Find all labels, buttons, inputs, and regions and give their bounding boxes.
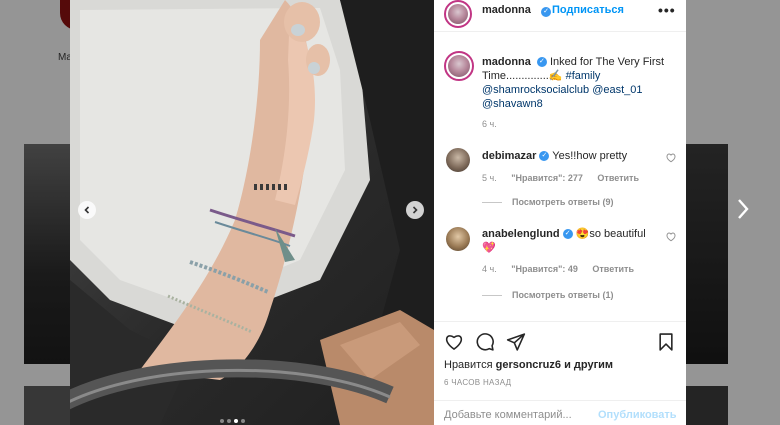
comment-username[interactable]: anabelenglund (482, 228, 560, 240)
post-header: madonna ✓ Подписаться ••• (434, 0, 686, 32)
comment-time: 4 ч. (482, 264, 497, 274)
caption-username[interactable]: madonna (482, 56, 531, 68)
verified-badge-icon: ✓ (541, 6, 551, 17)
comments-list[interactable]: madonna ✓ Inked for The Very First Time..… (434, 33, 686, 321)
view-replies-label: Посмотреть ответы (1) (512, 290, 614, 300)
reply-button[interactable]: Ответить (597, 173, 639, 183)
view-replies-button[interactable]: Посмотреть ответы (1) (482, 290, 613, 300)
verified-badge-icon: ✓ (562, 229, 573, 240)
post-actions: Нравится gersoncruz6 и другим 6 ЧАСОВ НА… (434, 321, 686, 425)
reply-button[interactable]: Ответить (592, 264, 634, 274)
previous-photo-button[interactable] (78, 201, 96, 219)
tattoo-wrist-photo (70, 0, 434, 425)
verified-badge-icon: ✓ (539, 151, 550, 162)
comment-button[interactable] (475, 332, 495, 352)
carousel-dots (220, 419, 245, 423)
publish-button[interactable]: Опубликовать (598, 409, 677, 421)
likes-others[interactable]: и другим (564, 359, 613, 371)
comment-body: anabelenglund ✓ 😍so beautiful 💖 (482, 227, 662, 255)
commenter-avatar[interactable] (446, 227, 470, 251)
comment-bubble-icon (476, 333, 494, 351)
view-replies-label: Посмотреть ответы (9) (512, 197, 614, 207)
paper-plane-icon (506, 333, 526, 351)
author-avatar[interactable] (444, 0, 472, 28)
like-button[interactable] (444, 332, 464, 352)
chevron-right-icon (412, 206, 418, 214)
comment-meta: 4 ч. "Нравится": 49 Ответить (482, 264, 646, 274)
comment-text: Yes!!how pretty (552, 150, 628, 162)
hashtag-link[interactable]: #family (566, 70, 601, 82)
mentions-link[interactable]: @shamrocksocialclub @east_01 (482, 84, 643, 96)
save-button[interactable] (656, 332, 676, 352)
post-photo (70, 0, 434, 425)
comment-likes[interactable]: "Нравится": 277 (511, 173, 583, 183)
likes-user[interactable]: gersoncruz6 (496, 359, 561, 371)
bookmark-icon (659, 333, 673, 351)
next-post-button[interactable] (736, 198, 750, 225)
like-comment-button[interactable] (666, 153, 676, 166)
more-options-icon[interactable]: ••• (658, 2, 676, 18)
likes-prefix: Нравится (444, 359, 493, 371)
mention-link[interactable]: @shavawn8 (482, 98, 543, 110)
comment-body: debimazar ✓ Yes!!how pretty (482, 149, 662, 163)
action-icons-row (444, 332, 526, 352)
carousel-dot (241, 419, 245, 423)
view-replies-button[interactable]: Посмотреть ответы (9) (482, 197, 613, 207)
heart-outline-icon (666, 153, 676, 163)
commenter-avatar[interactable] (446, 148, 470, 172)
chevron-right-icon (738, 199, 749, 219)
comment-username[interactable]: debimazar (482, 150, 536, 162)
add-comment-input[interactable] (444, 409, 594, 421)
caption-time: 6 ч. (482, 119, 497, 129)
heart-outline-icon (666, 232, 676, 242)
next-photo-button[interactable] (406, 201, 424, 219)
like-comment-button[interactable] (666, 232, 676, 245)
add-comment-row: Опубликовать (434, 400, 686, 425)
post-time: 6 ЧАСОВ НАЗАД (444, 378, 512, 387)
comment-meta: 5 ч. "Нравится": 277 Ответить (482, 173, 651, 183)
author-username[interactable]: madonna (482, 4, 531, 16)
carousel-dot (220, 419, 224, 423)
share-button[interactable] (506, 332, 526, 352)
heart-outline-icon (445, 335, 463, 350)
carousel-dot-active (234, 419, 238, 423)
follow-button[interactable]: Подписаться (552, 4, 624, 16)
verified-badge-icon: ✓ (536, 57, 547, 68)
chevron-left-icon (84, 206, 90, 214)
comment-likes[interactable]: "Нравится": 49 (511, 264, 578, 274)
likes-summary: Нравится gersoncruz6 и другим (444, 359, 613, 371)
post-side-panel: madonna ✓ Подписаться ••• madonna ✓ Inked… (434, 0, 686, 425)
carousel-dot (227, 419, 231, 423)
caption-author-avatar[interactable] (444, 51, 474, 81)
comment-time: 5 ч. (482, 173, 497, 183)
